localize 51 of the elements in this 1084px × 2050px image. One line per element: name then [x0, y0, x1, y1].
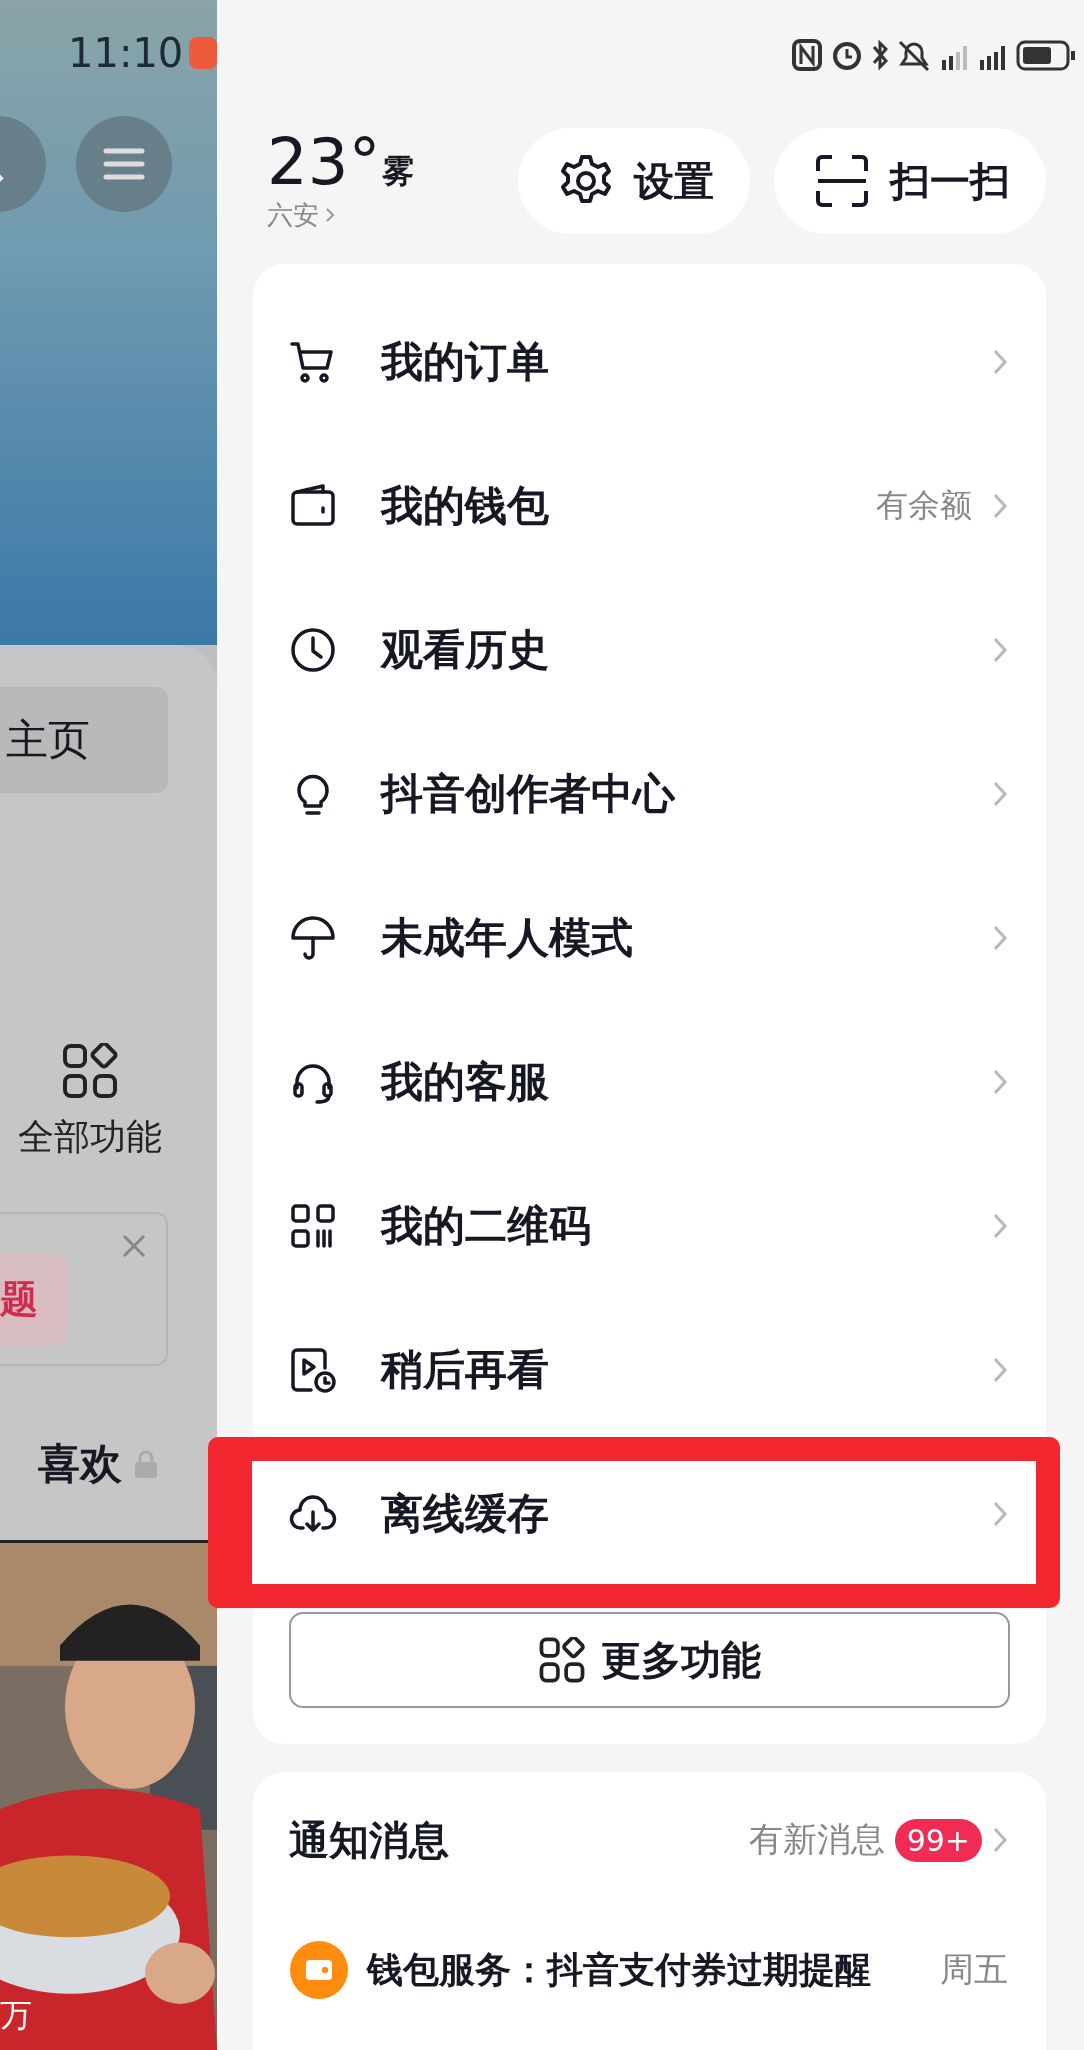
- lock-icon: [134, 1450, 158, 1478]
- apps-icon: [538, 1637, 585, 1683]
- all-functions-label[interactable]: 全部功能: [18, 1113, 162, 1162]
- bluetooth-icon: [872, 38, 888, 72]
- wallet-icon: [289, 1940, 349, 2000]
- menu-item[interactable]: 抖音创作者中心: [253, 722, 1046, 866]
- close-icon[interactable]: [122, 1234, 146, 1258]
- temperature: 23°: [267, 129, 381, 194]
- chevron-icon: [325, 207, 335, 223]
- notification-title: 通知消息: [289, 1815, 449, 1865]
- apps-icon: [62, 1043, 118, 1099]
- chevron-icon: [992, 1356, 1008, 1384]
- mute-icon: [898, 38, 930, 72]
- menu-item[interactable]: 我的订单: [253, 290, 1046, 434]
- chevron-icon: [992, 1212, 1008, 1240]
- chevron-icon: [992, 780, 1008, 808]
- chevron-icon: [992, 636, 1008, 664]
- nfc-icon: [792, 38, 822, 72]
- new-message-label[interactable]: 有新消息: [748, 1817, 885, 1863]
- settings-button[interactable]: 设置: [518, 128, 750, 234]
- qrcode-icon: [289, 1202, 337, 1250]
- notification-time: 周五: [940, 1948, 1008, 1991]
- chevron-icon: [992, 924, 1008, 952]
- clock-icon: [289, 626, 337, 674]
- scan-icon: [814, 153, 870, 209]
- app-badge-icon: [189, 37, 217, 69]
- chevron-icon: [992, 1826, 1008, 1854]
- chevron-icon: [992, 1500, 1008, 1528]
- menu-item[interactable]: 我的客服: [253, 1010, 1046, 1154]
- menu-item[interactable]: 稍后再看: [253, 1298, 1046, 1442]
- unread-count: 99+: [894, 1818, 982, 1862]
- battery-icon: [1016, 38, 1076, 72]
- menu-item[interactable]: 离线缓存: [253, 1442, 1046, 1586]
- menu-item[interactable]: 观看历史: [253, 578, 1046, 722]
- menu-item[interactable]: 未成年人模式: [253, 866, 1046, 1010]
- likes-tab[interactable]: 喜欢: [38, 1436, 122, 1492]
- weather-condition: 雾: [382, 150, 415, 192]
- scan-button[interactable]: 扫一扫: [774, 128, 1046, 234]
- notification-item[interactable]: 钱包服务：抖音支付券过期提醒 周五: [289, 1940, 1008, 2000]
- menu-item[interactable]: 我的二维码: [253, 1154, 1046, 1298]
- chevron-icon: [992, 492, 1008, 520]
- menu-value: 有余额: [876, 485, 972, 526]
- view-count: 万: [0, 1995, 32, 2036]
- menu-item[interactable]: 我的钱包 有余额: [253, 434, 1046, 578]
- status-time: 11:10: [68, 30, 184, 76]
- umbrella-icon: [289, 914, 337, 962]
- later-icon: [289, 1346, 337, 1394]
- chevron-icon: [992, 348, 1008, 376]
- chevron-icon: [992, 1068, 1008, 1096]
- profile-tab[interactable]: 主页: [0, 687, 168, 793]
- more-functions-button[interactable]: 更多功能: [289, 1612, 1010, 1708]
